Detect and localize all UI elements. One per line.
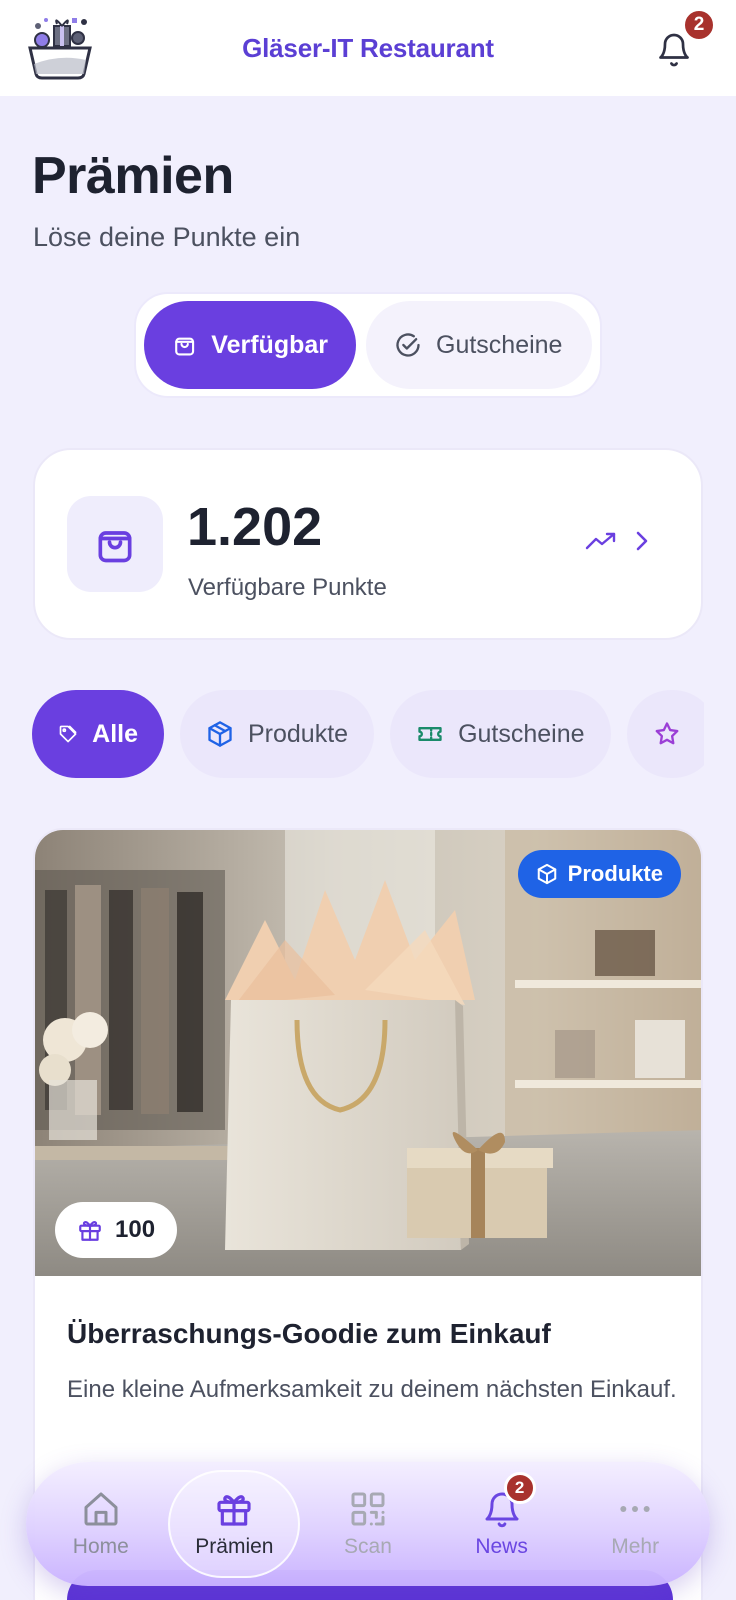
filter-gutscheine[interactable]: Gutscheine [390, 690, 611, 778]
rewards-segmented-control: Verfügbar Gutscheine [134, 292, 602, 398]
nav-label: News [475, 1535, 528, 1558]
ticket-icon [418, 727, 442, 741]
top-bar: Gläser-IT Restaurant 2 [0, 0, 736, 96]
filter-produkte[interactable]: Produkte [180, 690, 375, 778]
filter-label: Gutscheine [458, 719, 585, 748]
bottom-navigation: Home Prämien Scan News 2 Mehr [26, 1462, 710, 1586]
points-summary-card[interactable]: 1.202 Verfügbare Punkte [33, 448, 703, 640]
tab-gutscheine[interactable]: Gutscheine [366, 301, 592, 389]
tab-verfuegbar[interactable]: Verfügbar [144, 301, 356, 389]
qr-code-icon [351, 1492, 385, 1526]
nav-label: Home [72, 1535, 129, 1558]
points-icon-box [67, 496, 163, 592]
page-subtitle: Löse deine Punkte ein [33, 222, 301, 252]
nav-news[interactable]: News 2 [436, 1470, 568, 1578]
home-icon [84, 1492, 118, 1526]
page-title: Prämien [32, 147, 234, 205]
points-value: 1.202 [187, 497, 323, 557]
points-trend [585, 530, 649, 552]
filter-star[interactable] [626, 690, 704, 778]
tab-label: Verfügbar [211, 330, 328, 359]
reward-title: Überraschungs-Goodie zum Einkauf [67, 1318, 551, 1349]
category-filter-bar: Alle Produkte Gutscheine [32, 690, 704, 780]
restaurant-logo[interactable] [24, 14, 96, 80]
box-icon [537, 863, 556, 885]
news-count-badge: 2 [503, 1472, 536, 1504]
shopping-bag-icon [98, 531, 132, 563]
nav-mehr[interactable]: Mehr [569, 1470, 701, 1578]
app-title: Gläser-IT Restaurant [242, 32, 494, 63]
reward-category-badge: Produkte [517, 850, 681, 898]
gift-icon [217, 1495, 251, 1526]
tab-label: Gutscheine [436, 330, 563, 359]
nav-scan[interactable]: Scan [302, 1470, 434, 1578]
reward-cost-value: 100 [115, 1216, 156, 1243]
filter-label: Alle [92, 719, 138, 748]
nav-praemien[interactable]: Prämien [168, 1470, 301, 1578]
nav-label: Prämien [195, 1535, 274, 1558]
nav-label: Scan [344, 1535, 392, 1558]
filter-alle[interactable]: Alle [32, 690, 164, 778]
nav-home[interactable]: Home [35, 1470, 167, 1578]
tag-icon [59, 725, 77, 743]
gift-icon [79, 1220, 101, 1241]
filter-label: Produkte [248, 719, 349, 748]
notifications-button[interactable]: 2 [656, 8, 716, 70]
box-icon [208, 721, 232, 747]
more-dots-icon [620, 1506, 650, 1512]
reward-category-label: Produkte [567, 861, 663, 886]
check-circle-icon [396, 333, 420, 357]
reward-cost-badge: 100 [55, 1202, 178, 1258]
shopping-bag-icon [175, 337, 195, 356]
points-label: Verfügbare Punkte [188, 574, 387, 601]
notification-count-badge: 2 [682, 8, 716, 42]
reward-description: Eine kleine Aufmerksamkeit zu deinem näc… [67, 1376, 677, 1403]
star-icon [655, 722, 678, 745]
chevron-right-icon [636, 531, 648, 551]
trending-up-icon [585, 532, 616, 550]
nav-label: Mehr [611, 1535, 660, 1558]
